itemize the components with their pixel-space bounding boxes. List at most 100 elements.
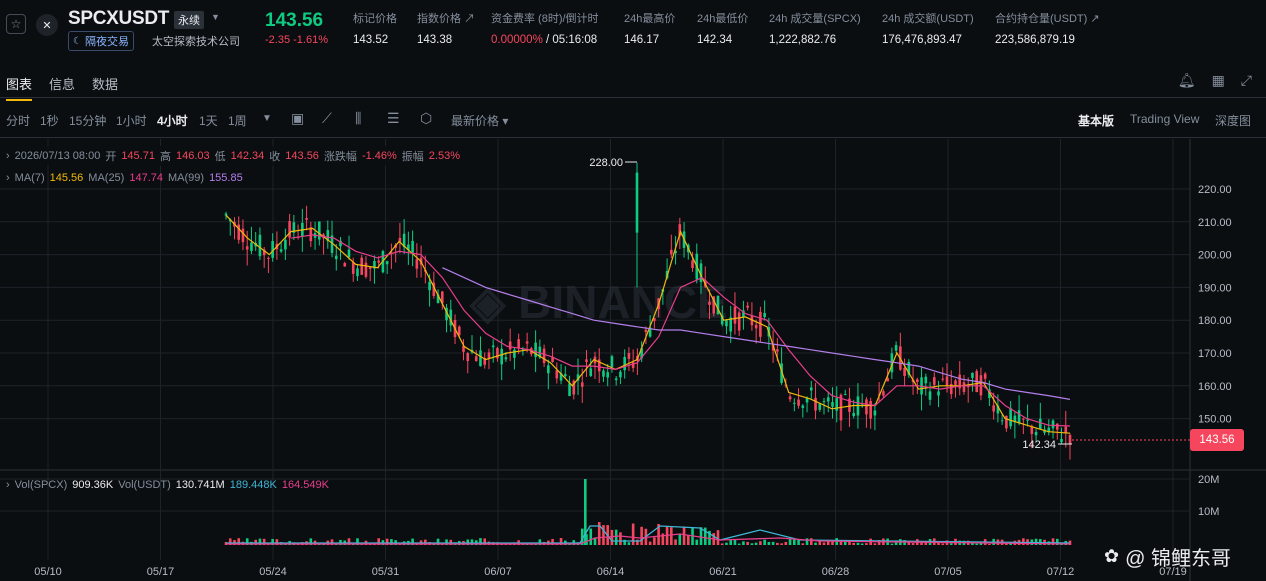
stat-open-interest[interactable]: 合约持仓量(USDT) ↗ 223,586,879.19	[995, 10, 1100, 46]
timeframe-15m[interactable]: 15分钟	[69, 112, 106, 129]
candle-body	[343, 263, 347, 267]
volume-bar	[725, 542, 728, 545]
candle-body	[555, 370, 559, 379]
stat-24h-volume: 24h 成交量(SPCX) 1,222,882.76	[769, 10, 861, 46]
current-price-tag: 143.56	[1190, 429, 1244, 451]
volume-bar	[729, 540, 733, 545]
volume-bar	[911, 543, 915, 545]
price-tick-label: 200.00	[1198, 250, 1232, 262]
time-tick-label: 06/28	[822, 566, 850, 578]
calendar-icon[interactable]: ▣	[291, 110, 304, 127]
candle-style-icon[interactable]: ⫼	[355, 110, 361, 127]
candle-body	[568, 383, 571, 397]
moon-icon: ☾	[73, 35, 82, 47]
ma25-label: MA(25)	[88, 172, 125, 184]
chevron-icon[interactable]: ›	[6, 150, 10, 162]
candle-body	[945, 376, 949, 386]
candle-body	[1022, 418, 1025, 420]
bell-icon[interactable]: 🔔︎	[1178, 72, 1196, 89]
candle-body	[852, 413, 855, 417]
candle-body	[619, 371, 622, 378]
high-label: 高	[159, 151, 171, 163]
settings-list-icon[interactable]: ☰	[387, 110, 400, 127]
favorite-star-icon[interactable]: ☆	[6, 14, 26, 34]
volume-bar	[988, 543, 991, 545]
volume-bar	[763, 539, 766, 545]
volume-bar	[682, 526, 686, 545]
candle-body	[983, 373, 987, 379]
layout-grid-icon[interactable]: ▦	[1212, 72, 1225, 89]
tab-chart[interactable]: 图表	[6, 74, 33, 101]
volume-bar	[784, 541, 788, 545]
stat-index-price[interactable]: 指数价格 ↗ 143.38	[417, 10, 475, 46]
candle-datetime: 2026/07/13 08:00	[14, 150, 101, 162]
indicator-icon[interactable]: ⟋	[322, 110, 332, 127]
stat-label: 合约持仓量(USDT) ↗	[995, 13, 1100, 25]
symbol-name[interactable]: SPCXUSDT	[68, 8, 169, 30]
candle-body	[479, 350, 482, 367]
chevron-icon[interactable]: ›	[6, 479, 10, 491]
price-tick-label: 190.00	[1198, 282, 1232, 294]
volume-bar	[856, 542, 860, 545]
volume-bar	[873, 543, 877, 545]
volume-bar	[776, 542, 779, 545]
candle-body	[1064, 426, 1068, 434]
volume-bar	[619, 532, 622, 545]
volume-bar	[771, 541, 775, 545]
volume-tick-label: 10M	[1198, 506, 1219, 518]
candle-body	[754, 324, 758, 329]
timeframe-4h[interactable]: 4小时	[157, 112, 188, 129]
candle-body	[1055, 423, 1059, 430]
candle-body	[415, 259, 419, 269]
symbol-dropdown-icon[interactable]: ▼	[211, 12, 220, 22]
time-tick-label: 05/31	[372, 566, 400, 578]
candle-body	[894, 345, 898, 351]
tab-data[interactable]: 数据	[92, 74, 118, 93]
candle-body	[793, 402, 796, 404]
stat-label: 指数价格 ↗	[417, 13, 476, 25]
volume-bar	[648, 541, 652, 545]
stat-value: 146.17	[624, 34, 660, 46]
low-value: 142.34	[230, 150, 265, 162]
amplitude-value: 2.53%	[428, 150, 460, 162]
candle-body	[746, 305, 749, 308]
mode-tradingview[interactable]: Trading View	[1130, 112, 1199, 126]
volume-bar	[737, 543, 741, 545]
price-type-select[interactable]: 最新价格 ▾	[451, 112, 508, 129]
timeframe-time[interactable]: 分时	[6, 112, 30, 129]
timeframe-1w[interactable]: 1周	[228, 112, 247, 129]
candle-body	[602, 370, 605, 377]
candle-body	[708, 301, 711, 305]
candle-body	[924, 376, 928, 384]
candle-body	[517, 339, 520, 349]
mode-depth[interactable]: 深度图	[1215, 112, 1251, 129]
fullscreen-icon[interactable]: ⤢	[1241, 72, 1252, 89]
timeframe-1d[interactable]: 1天	[199, 112, 218, 129]
volume-bar	[852, 542, 855, 545]
vol-spcx-value: 909.36K	[72, 479, 114, 491]
candle-body	[809, 387, 813, 391]
wechat-icon: ✿	[1104, 546, 1120, 566]
candle-body	[580, 382, 584, 387]
timeframe-1h[interactable]: 1小时	[116, 112, 147, 129]
tab-info[interactable]: 信息	[49, 74, 75, 93]
candlestick-chart[interactable]: ◈ BINANCE 220.00210.00200.00190.00180.00…	[0, 139, 1266, 581]
chevron-icon[interactable]: ›	[6, 172, 10, 184]
candle-body	[1017, 410, 1021, 424]
price-change: -2.35 -1.61%	[265, 34, 328, 46]
stat-label: 24h 成交量(SPCX)	[769, 13, 861, 25]
volume-axis: 20M 10M	[1198, 474, 1219, 518]
candle-body	[644, 329, 648, 333]
timeframe-dropdown-icon[interactable]: ▼	[262, 113, 272, 124]
candle-body	[547, 365, 550, 374]
mode-basic[interactable]: 基本版	[1078, 112, 1114, 129]
candle-body	[962, 382, 966, 392]
hexagon-settings-icon[interactable]: ⬡	[420, 110, 432, 127]
candle-body	[377, 260, 380, 263]
funding-rate-value: 0.00000%	[491, 34, 543, 46]
timeframe-1s[interactable]: 1秒	[40, 112, 59, 129]
time-tick-label: 07/05	[934, 566, 962, 578]
volume-bar	[631, 523, 635, 545]
stat-24h-low: 24h最低价 142.34	[697, 10, 748, 46]
stat-value: 143.38	[417, 34, 453, 46]
